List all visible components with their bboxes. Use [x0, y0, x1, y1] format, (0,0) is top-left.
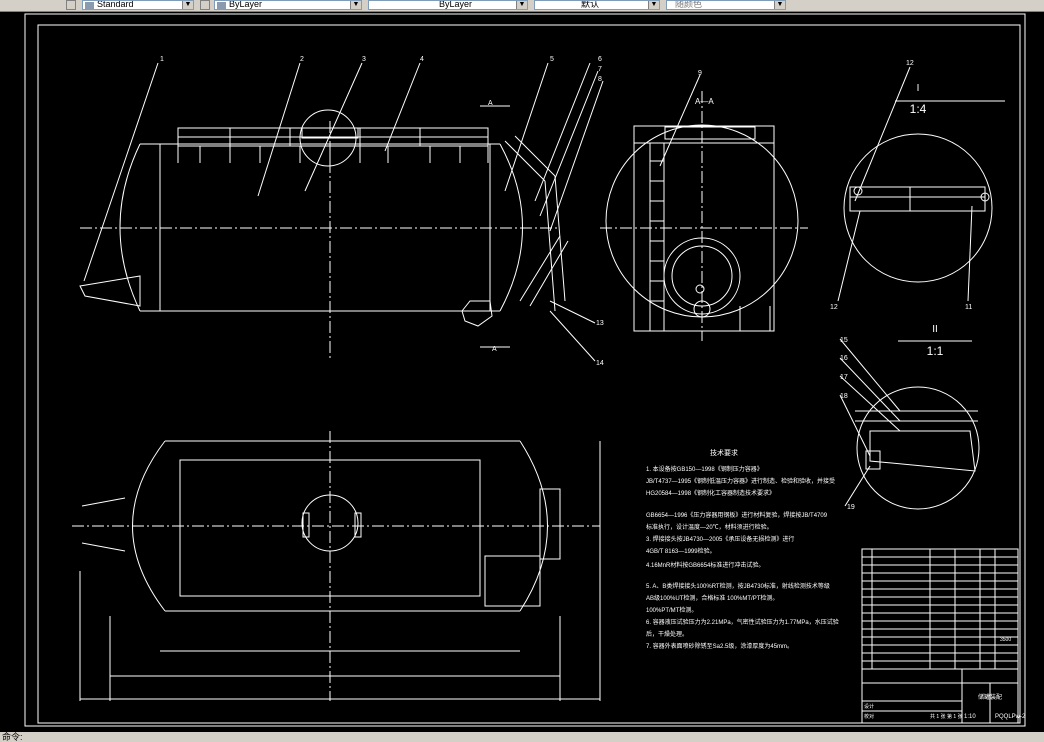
layer-dropdown[interactable]: ByLayer ▼ [214, 0, 362, 10]
section-mark: A [488, 100, 493, 107]
leader-lines [83, 62, 973, 507]
leader-label: 9 [698, 70, 702, 77]
linetype-dropdown[interactable]: ByLayer ▼ [368, 0, 528, 10]
leader-label: 3 [362, 56, 366, 63]
leader-label: 8 [598, 76, 602, 83]
note-line: 7. 容器外表面喷砂除锈至Sa2.5级，涂漆厚度为45mm。 [646, 642, 793, 650]
leader-label: 17 [840, 374, 848, 381]
leader-label: 11 [965, 304, 972, 311]
note-line: HG20584—1998《钢制化工容器制造技术要求》 [646, 489, 775, 497]
plot-style-dropdown[interactable]: 随颜色 ▼ [666, 0, 786, 10]
chevron-down-icon[interactable]: ▼ [182, 1, 193, 9]
leader-label: 13 [596, 320, 604, 327]
note-line: 5. A、B类焊接接头100%RT检测，按JB4730标准，射线检测技术等级 [646, 582, 830, 590]
drawing-frame-inner [37, 24, 1021, 724]
drawing-name: 储罐装配 [978, 693, 1002, 701]
chevron-down-icon[interactable]: ▼ [774, 1, 785, 9]
detail-scale: 1:1 [927, 344, 944, 358]
note-line: 标准执行，设计温度—20℃，材料须进行检验。 [646, 523, 773, 531]
chevron-down-icon[interactable]: ▼ [648, 1, 659, 9]
detail-title: I [917, 83, 920, 94]
leader-label: 19 [847, 504, 855, 511]
chevron-down-icon[interactable]: ▼ [516, 1, 527, 9]
drawing-frame-outer [24, 13, 1026, 727]
drawing-scale: 1:10 [964, 714, 976, 720]
drawing-number: PQQLPw-2 [995, 714, 1026, 720]
leader-label: 6 [598, 56, 602, 63]
section-mark: A [492, 346, 497, 353]
notes-title: 技术要求 [710, 448, 738, 457]
leader-label: 4 [420, 56, 424, 63]
checker-label: 校对 [864, 713, 874, 720]
leader-label: 7 [598, 66, 602, 73]
leader-label: 14 [596, 360, 604, 367]
lineweight-dropdown[interactable]: 默认 ▼ [534, 0, 660, 10]
leader-label: 18 [840, 393, 848, 400]
layer-button[interactable] [200, 0, 210, 10]
text-style-icon [85, 2, 94, 9]
note-line: 4.16MnR材料按GB6654标准进行冲击试验。 [646, 561, 764, 569]
note-line: AB级100%UT检测，合格标准 100%MT/PT检测。 [646, 594, 778, 602]
detail-scale: 1:4 [910, 102, 927, 116]
weight-value: 3500 [1000, 637, 1011, 643]
text-style-dropdown[interactable]: Standard ▼ [82, 0, 194, 10]
command-line[interactable]: 命令: [0, 732, 1044, 742]
drawing-canvas[interactable]: 1 2 3 4 5 6 7 8 9 12 11 12 13 14 15 16 1… [0, 11, 1044, 732]
note-line: 6. 容器液压试验压力为2.21MPa，气密性试验压力为1.77MPa，水压试验 [646, 618, 839, 626]
leader-label: 15 [840, 337, 848, 344]
leader-label: 1 [160, 56, 164, 63]
leader-label: 12 [830, 304, 838, 311]
detail-title: II [932, 324, 938, 335]
text-style-button[interactable] [66, 0, 76, 10]
leader-label: 5 [550, 56, 554, 63]
note-line: 3. 焊接接头按JB4730—2005《承压设备无损检测》进行 [646, 535, 794, 543]
command-prompt: 命令: [2, 732, 23, 742]
detail-view-1 [843, 100, 1005, 283]
sheet-info: 共 1 张 第 1 张 [930, 713, 963, 720]
note-line: JB/T4737—1995《钢制低温压力容器》进行制造、检验和验收，并接受 [646, 477, 835, 485]
leader-label: 2 [300, 56, 304, 63]
chevron-down-icon[interactable]: ▼ [350, 1, 361, 9]
plan-view [72, 431, 601, 701]
leader-label: 16 [840, 355, 848, 362]
note-line: 4GB/T 8163—1999检验。 [646, 547, 716, 555]
front-view [79, 105, 569, 361]
side-view [600, 91, 808, 341]
layer-color-icon [217, 2, 226, 9]
note-line: 后，干燥处理。 [646, 630, 688, 638]
detail-view-2 [855, 340, 980, 510]
designer-label: 设计 [864, 703, 874, 710]
note-line: GB6654—1996《压力容器用钢板》进行材料复验，焊接按JB/T4709 [646, 511, 828, 519]
note-line: 100%PT/MT检测。 [646, 606, 697, 614]
note-line: 1. 本设备按GB150—1998《钢制压力容器》 [646, 465, 763, 473]
section-label: A—A [695, 97, 714, 106]
leader-label: 12 [906, 60, 914, 67]
